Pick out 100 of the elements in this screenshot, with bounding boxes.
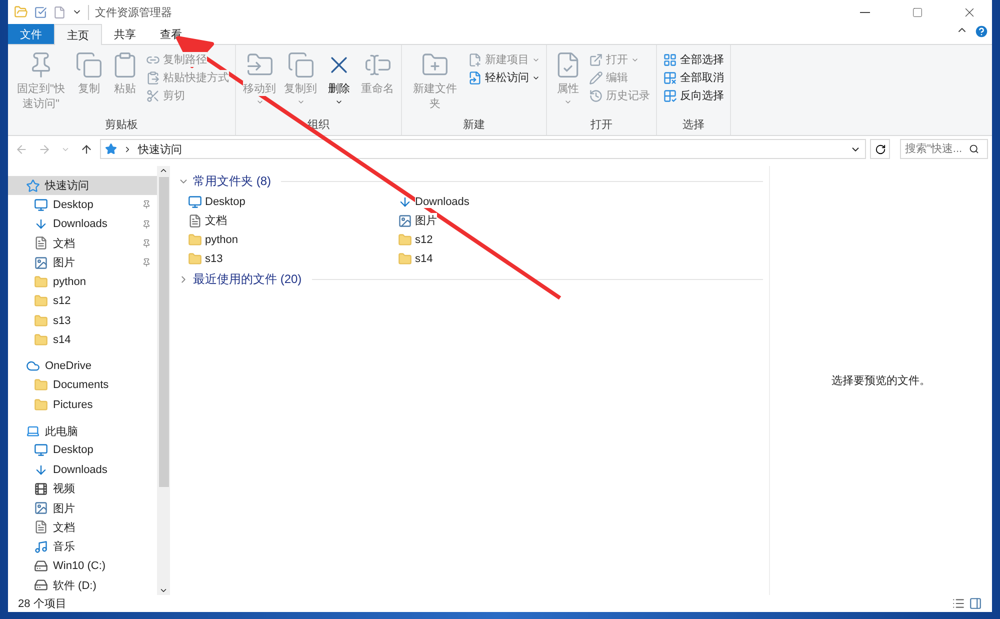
window-title: 文件资源管理器 xyxy=(88,4,172,20)
document-icon xyxy=(34,520,48,534)
nav-item[interactable]: 此电脑 xyxy=(8,421,157,441)
document-icon[interactable] xyxy=(53,6,66,18)
caret-icon xyxy=(296,98,304,106)
scissors-icon xyxy=(146,88,160,102)
nav-item[interactable]: Desktop xyxy=(8,195,157,215)
maximize-icon xyxy=(912,6,922,18)
grid-icon xyxy=(663,70,677,84)
folder-icon xyxy=(188,232,202,246)
folder-icon xyxy=(34,294,48,308)
clipboard-icon xyxy=(146,70,160,84)
section-title[interactable]: 常用文件夹 (8) xyxy=(193,172,271,190)
refresh-icon xyxy=(874,144,886,154)
address-field[interactable]: 快速访问 xyxy=(100,139,866,159)
pin-icon xyxy=(142,200,151,210)
nav-item[interactable]: 图片 xyxy=(8,498,157,518)
folder-item[interactable]: 图片 xyxy=(398,211,608,230)
details-view-icon[interactable] xyxy=(952,597,965,610)
copy-icon xyxy=(286,51,314,79)
group-label: 打开 xyxy=(590,118,614,133)
nav-item[interactable]: Downloads xyxy=(8,214,157,234)
section-title[interactable]: 最近使用的文件 (20) xyxy=(193,270,302,288)
nav-item[interactable]: Pictures xyxy=(8,395,157,414)
nav-item[interactable]: 视频 xyxy=(8,479,157,498)
folder-icon xyxy=(188,252,202,266)
folder-icon xyxy=(398,232,412,246)
folder-item[interactable]: s12 xyxy=(398,230,608,249)
caret-icon xyxy=(256,98,264,106)
nav-item[interactable]: python xyxy=(8,272,157,292)
large-icons-view-icon[interactable] xyxy=(969,597,982,610)
folder-icon xyxy=(34,398,48,412)
pin-icon xyxy=(142,220,151,229)
grid-icon xyxy=(663,52,677,66)
nav-item[interactable]: s12 xyxy=(8,292,157,311)
caret-icon xyxy=(564,98,572,106)
ribbon-button[interactable]: 删除 xyxy=(322,49,356,117)
nav-item[interactable]: 文档 xyxy=(8,234,157,254)
help-icon xyxy=(974,24,989,39)
folder-icon xyxy=(34,275,48,290)
search-icon xyxy=(969,144,979,154)
group-label: 剪贴板 xyxy=(104,118,139,133)
download-icon xyxy=(34,462,48,477)
search-field[interactable]: 搜索"快速... xyxy=(900,139,988,159)
nav-item[interactable]: s14 xyxy=(8,330,157,350)
grid-icon xyxy=(663,88,677,102)
picture-icon xyxy=(34,501,48,516)
nav-item[interactable]: 图片 xyxy=(8,253,157,272)
folder-item[interactable]: python xyxy=(188,230,398,249)
folder-item[interactable]: s13 xyxy=(188,249,398,268)
film-icon xyxy=(34,482,48,496)
nav-item[interactable]: 软件 (D:) xyxy=(8,576,157,595)
refresh-button[interactable] xyxy=(870,139,890,159)
pin-icon xyxy=(142,258,151,268)
picture-icon xyxy=(398,214,412,228)
nav-item[interactable]: s13 xyxy=(8,310,157,330)
scroll-up-icon[interactable] xyxy=(159,166,168,175)
cloud-icon xyxy=(26,359,40,374)
chevron-icon xyxy=(123,144,132,154)
download-icon xyxy=(34,217,48,232)
nav-item[interactable]: Desktop xyxy=(8,440,157,460)
download-icon xyxy=(398,194,412,208)
history-icon xyxy=(589,88,603,102)
document-icon xyxy=(34,236,48,250)
scroll-down-icon[interactable] xyxy=(159,586,168,595)
forward-icon xyxy=(38,142,51,156)
folder-icon xyxy=(34,314,48,328)
folder-item[interactable]: Downloads xyxy=(398,192,608,211)
star-icon xyxy=(26,178,40,193)
folder-icon xyxy=(14,5,28,19)
nav-item[interactable]: 快速访问 xyxy=(8,176,157,196)
folder-icon xyxy=(34,332,48,347)
pin-icon xyxy=(142,238,151,248)
nav-item[interactable]: 文档 xyxy=(8,518,157,538)
ribbon-tab[interactable]: 文件 xyxy=(8,24,54,44)
folder-item[interactable]: s14 xyxy=(398,249,608,268)
file-link-icon xyxy=(468,70,482,84)
drive-icon xyxy=(34,558,48,573)
music-icon xyxy=(34,540,48,554)
caret-icon xyxy=(335,98,343,106)
ribbon-tab[interactable]: 主页 xyxy=(54,24,102,45)
computer-icon xyxy=(26,424,40,438)
monitor-icon xyxy=(34,443,48,458)
checklist-icon[interactable] xyxy=(34,6,47,18)
document-icon xyxy=(188,214,202,228)
nav-item[interactable]: 音乐 xyxy=(8,537,157,556)
group-label: 选择 xyxy=(682,118,706,133)
group-label: 新建 xyxy=(462,118,486,133)
nav-item[interactable]: Win10 (C:) xyxy=(8,556,157,576)
nav-item[interactable]: Downloads xyxy=(8,460,157,480)
folder-item[interactable]: Desktop xyxy=(188,192,398,211)
up-icon xyxy=(80,142,93,156)
copy-icon xyxy=(75,51,103,79)
folder-icon xyxy=(34,378,48,392)
scrollbar[interactable] xyxy=(157,166,170,595)
nav-item[interactable]: OneDrive xyxy=(8,356,157,376)
folder-item[interactable]: 文档 xyxy=(188,211,398,230)
folder-icon xyxy=(398,252,412,266)
picture-icon xyxy=(34,256,48,270)
nav-item[interactable]: Documents xyxy=(8,376,157,396)
